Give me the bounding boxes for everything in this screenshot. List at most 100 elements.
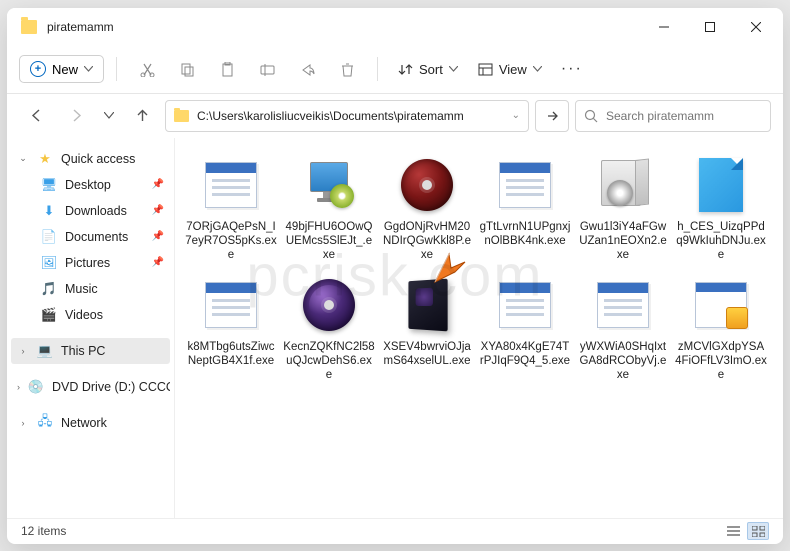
file-name: zMCVlGXdpYSA4FiOFfLV3ImO.exe xyxy=(675,340,767,383)
arrow-right-icon xyxy=(69,108,84,123)
file-item[interactable]: k8MTbg6utsZiwcNeptGB4X1f.exe xyxy=(183,270,279,388)
forward-button[interactable] xyxy=(59,100,93,132)
plus-icon: + xyxy=(30,61,46,77)
title-bar: piratemamm xyxy=(7,8,783,46)
file-icon xyxy=(196,154,266,216)
file-name: XSEV4bwrviOJjamS64xselUL.exe xyxy=(381,340,473,369)
desktop-icon: 🖥 xyxy=(41,177,57,193)
file-item[interactable]: Gwu1l3iY4aFGwUZan1nEOXn2.exe xyxy=(575,150,671,268)
file-name: XYA80x4KgE74TrPJIqF9Q4_5.exe xyxy=(479,340,571,369)
sidebar-item-this-pc[interactable]: › 💻 This PC xyxy=(11,338,170,364)
address-bar[interactable]: C:\Users\karolisliucveikis\Documents\pir… xyxy=(165,100,529,132)
file-list[interactable]: 7ORjGAQePsN_I7eyR7OS5pKs.exe49bjFHU6OOwQ… xyxy=(175,138,783,518)
window-controls xyxy=(641,11,779,43)
details-view-button[interactable] xyxy=(722,522,744,540)
pin-icon: 📌 xyxy=(152,231,164,242)
file-item[interactable]: zMCVlGXdpYSA4FiOFfLV3ImO.exe xyxy=(673,270,769,388)
delete-icon xyxy=(340,62,355,77)
cut-button[interactable] xyxy=(129,52,165,86)
file-item[interactable]: KecnZQKfNC2l58uQJcwDehS6.exe xyxy=(281,270,377,388)
file-item[interactable]: XSEV4bwrviOJjamS64xselUL.exe xyxy=(379,270,475,388)
sidebar-item-pictures[interactable]: 🖼 Pictures 📌 xyxy=(11,250,170,276)
file-icon xyxy=(392,274,462,336)
arrow-up-icon xyxy=(135,108,150,123)
file-icon xyxy=(686,154,756,216)
chevron-down-icon xyxy=(449,66,458,72)
rename-button[interactable] xyxy=(249,52,285,86)
copy-button[interactable] xyxy=(169,52,205,86)
sidebar-item-desktop[interactable]: 🖥 Desktop 📌 xyxy=(11,172,170,198)
sidebar-item-downloads[interactable]: ⬇ Downloads 📌 xyxy=(11,198,170,224)
videos-icon: 🎬 xyxy=(41,307,57,323)
arrow-right-icon xyxy=(545,109,559,123)
sidebar-item-dvd[interactable]: › 💿 DVD Drive (D:) CCCO xyxy=(11,374,170,400)
file-name: h_CES_UizqPPdq9WkIuhDNJu.exe xyxy=(675,220,767,263)
pc-icon: 💻 xyxy=(37,343,53,359)
sidebar-item-label: This PC xyxy=(61,344,105,358)
copy-icon xyxy=(180,62,195,77)
sidebar-item-music[interactable]: 🎵 Music xyxy=(11,276,170,302)
pin-icon: 📌 xyxy=(152,205,164,216)
back-button[interactable] xyxy=(19,100,53,132)
recent-button[interactable] xyxy=(99,100,119,132)
file-item[interactable]: GgdONjRvHM20NDIrQGwKkl8P.exe xyxy=(379,150,475,268)
file-name: GgdONjRvHM20NDIrQGwKkl8P.exe xyxy=(381,220,473,263)
minimize-button[interactable] xyxy=(641,11,687,43)
sort-icon xyxy=(398,63,413,76)
chevron-down-icon[interactable]: ⌄ xyxy=(512,110,520,121)
file-name: Gwu1l3iY4aFGwUZan1nEOXn2.exe xyxy=(577,220,669,263)
paste-button[interactable] xyxy=(209,52,245,86)
sidebar-item-network[interactable]: › 🖧 Network xyxy=(11,410,170,436)
sort-button[interactable]: Sort xyxy=(390,57,466,82)
file-name: 49bjFHU6OOwQUEMcs5SlEJt_.exe xyxy=(283,220,375,263)
file-icon xyxy=(588,154,658,216)
view-label: View xyxy=(499,62,527,77)
search-input[interactable] xyxy=(606,109,762,123)
chevron-down-icon xyxy=(533,66,542,72)
toolbar: + New Sort View ··· xyxy=(7,46,783,94)
sidebar-item-videos[interactable]: 🎬 Videos xyxy=(11,302,170,328)
body: ⌄ ★ Quick access 🖥 Desktop 📌 ⬇ Downloads… xyxy=(7,138,783,518)
file-icon xyxy=(196,274,266,336)
close-button[interactable] xyxy=(733,11,779,43)
new-button[interactable]: + New xyxy=(19,55,104,83)
file-item[interactable]: gTtLvrnN1UPgnxjnOlBBK4nk.exe xyxy=(477,150,573,268)
sidebar-item-label: Downloads xyxy=(65,204,127,218)
sidebar-item-label: Desktop xyxy=(65,178,111,192)
file-icon xyxy=(588,274,658,336)
new-label: New xyxy=(52,62,78,77)
item-count: 12 items xyxy=(21,524,66,538)
close-icon xyxy=(751,22,761,32)
sidebar-item-quick-access[interactable]: ⌄ ★ Quick access xyxy=(11,146,170,172)
file-item[interactable]: 7ORjGAQePsN_I7eyR7OS5pKs.exe xyxy=(183,150,279,268)
file-name: yWXWiA0SHqIxtGA8dRCObyVj.exe xyxy=(577,340,669,383)
chevron-down-icon xyxy=(104,112,114,119)
search-box[interactable] xyxy=(575,100,771,132)
share-button[interactable] xyxy=(289,52,325,86)
file-icon xyxy=(294,154,364,216)
grid-icon xyxy=(752,526,765,537)
pin-icon: 📌 xyxy=(152,257,164,268)
view-button[interactable]: View xyxy=(470,57,550,82)
file-item[interactable]: h_CES_UizqPPdq9WkIuhDNJu.exe xyxy=(673,150,769,268)
up-button[interactable] xyxy=(125,100,159,132)
file-icon xyxy=(686,274,756,336)
file-name: gTtLvrnN1UPgnxjnOlBBK4nk.exe xyxy=(479,220,571,249)
more-button[interactable]: ··· xyxy=(554,52,590,86)
sidebar-item-label: Documents xyxy=(65,230,128,244)
sidebar-item-label: Pictures xyxy=(65,256,110,270)
file-item[interactable]: yWXWiA0SHqIxtGA8dRCObyVj.exe xyxy=(575,270,671,388)
file-item[interactable]: 49bjFHU6OOwQUEMcs5SlEJt_.exe xyxy=(281,150,377,268)
star-icon: ★ xyxy=(37,151,53,167)
file-item[interactable]: XYA80x4KgE74TrPJIqF9Q4_5.exe xyxy=(477,270,573,388)
delete-button[interactable] xyxy=(329,52,365,86)
maximize-button[interactable] xyxy=(687,11,733,43)
sidebar-item-label: DVD Drive (D:) CCCO xyxy=(52,380,170,394)
sidebar-item-documents[interactable]: 📄 Documents 📌 xyxy=(11,224,170,250)
minimize-icon xyxy=(659,22,669,32)
refresh-button[interactable] xyxy=(535,100,569,132)
navigation-bar: C:\Users\karolisliucveikis\Documents\pir… xyxy=(7,94,783,138)
icons-view-button[interactable] xyxy=(747,522,769,540)
chevron-down-icon xyxy=(84,66,93,72)
divider xyxy=(377,57,378,81)
